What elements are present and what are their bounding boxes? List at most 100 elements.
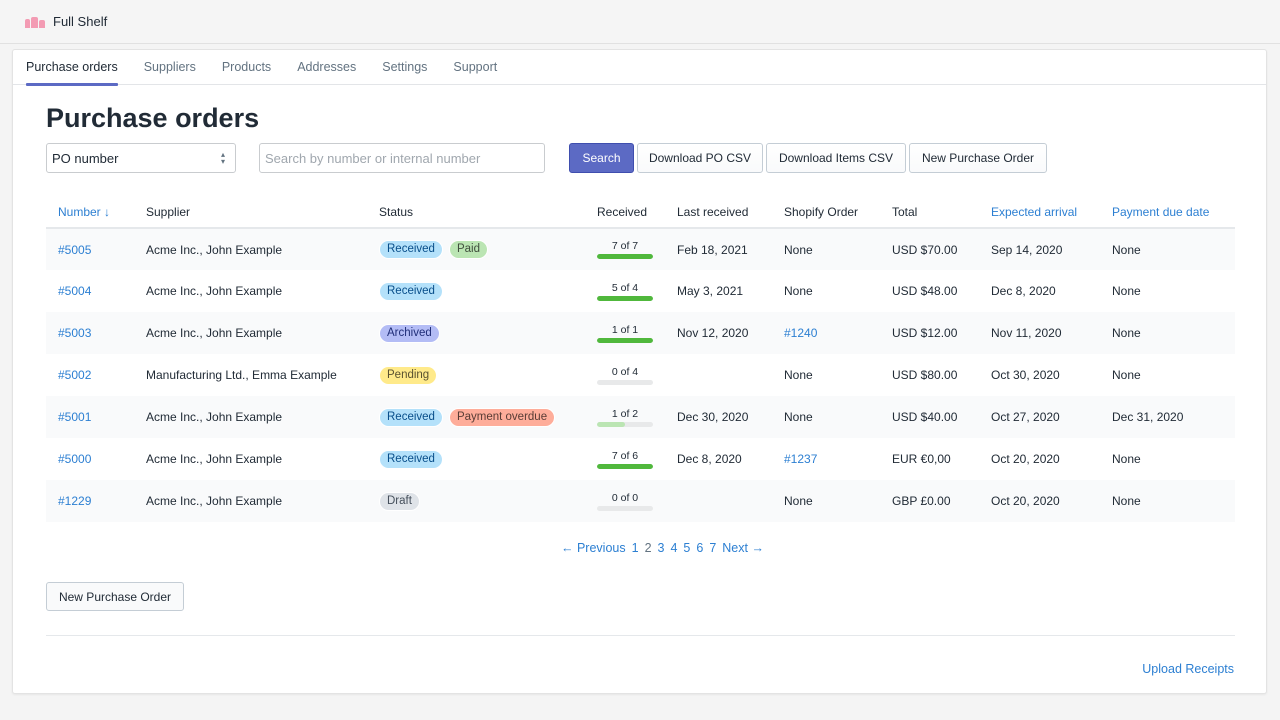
pagination-page-3[interactable]: 3 xyxy=(658,541,665,555)
received-progress-bar xyxy=(597,379,653,385)
shopify-order-value: None xyxy=(784,284,813,298)
cell-total: USD $40.00 xyxy=(880,396,979,438)
cell-supplier: Acme Inc., John Example xyxy=(134,480,367,522)
upload-receipts-link[interactable]: Upload Receipts xyxy=(1142,662,1234,676)
cell-total: USD $70.00 xyxy=(880,228,979,270)
po-number-link[interactable]: #5000 xyxy=(58,452,91,466)
cell-shopify-order: None xyxy=(772,480,880,522)
new-purchase-order-button[interactable]: New Purchase Order xyxy=(909,143,1047,173)
received-progress: 0 of 0 xyxy=(597,492,653,511)
tab-suppliers[interactable]: Suppliers xyxy=(144,50,196,85)
column-header-shopify-order: Shopify Order xyxy=(772,196,880,229)
po-number-link[interactable]: #5002 xyxy=(58,368,91,382)
status-badge-received: Received xyxy=(379,240,443,259)
new-purchase-order-bottom-button[interactable]: New Purchase Order xyxy=(46,582,184,611)
supplier-name: Acme Inc., John Example xyxy=(146,452,283,466)
received-count: 7 of 6 xyxy=(611,449,639,462)
cell-payment-due: None xyxy=(1100,354,1235,396)
shopify-order-link[interactable]: #1237 xyxy=(784,452,817,466)
supplier-name: Acme Inc., John Example xyxy=(146,410,283,424)
received-progress-fill xyxy=(597,421,625,427)
pagination-page-1[interactable]: 1 xyxy=(632,541,639,555)
received-progress-bar xyxy=(597,505,653,511)
table-row[interactable]: #5001 Acme Inc., John Example Received Paym… xyxy=(46,396,1235,438)
cell-total: USD $48.00 xyxy=(880,270,979,312)
search-field-select-value: PO number xyxy=(52,150,119,166)
pagination-page-6[interactable]: 6 xyxy=(696,541,703,555)
page-title: Purchase orders xyxy=(46,103,260,133)
received-progress: 0 of 4 xyxy=(597,366,653,385)
cell-last-received xyxy=(665,354,772,396)
pagination-previous[interactable]: ← Previous xyxy=(561,541,626,555)
pagination-page-7[interactable]: 7 xyxy=(709,541,716,555)
column-header-payment-due-date[interactable]: Payment due date xyxy=(1100,196,1235,229)
cell-status: Received xyxy=(367,270,585,312)
tab-addresses[interactable]: Addresses xyxy=(297,50,356,85)
table-row[interactable]: #5000 Acme Inc., John Example Received 7 of… xyxy=(46,438,1235,480)
pagination-next[interactable]: Next → xyxy=(722,541,764,555)
download-po-csv-button[interactable]: Download PO CSV xyxy=(637,143,763,173)
shopify-order-value: None xyxy=(784,410,813,424)
cell-last-received: Nov 12, 2020 xyxy=(665,312,772,354)
status-badge-received: Received xyxy=(379,407,443,427)
cell-number: #5005 xyxy=(46,228,134,270)
expected-arrival-date: Nov 11, 2020 xyxy=(991,326,1062,340)
po-number-link[interactable]: #5005 xyxy=(58,243,91,257)
po-number-link[interactable]: #5001 xyxy=(58,410,91,424)
top-bar: Full Shelf xyxy=(0,0,1280,44)
received-progress-fill xyxy=(597,295,653,301)
cell-status: Received Payment overdue xyxy=(367,396,585,438)
last-received-date: Feb 18, 2021 xyxy=(677,242,748,257)
tab-settings[interactable]: Settings xyxy=(382,50,427,85)
table-row[interactable]: #5005 Acme Inc., John Example Received Paid… xyxy=(46,228,1235,270)
cell-shopify-order: #1240 xyxy=(772,312,880,354)
tab-support[interactable]: Support xyxy=(453,50,497,85)
column-header-expected-arrival[interactable]: Expected arrival xyxy=(979,196,1100,229)
pagination-page-4[interactable]: 4 xyxy=(670,541,677,555)
received-progress-fill xyxy=(597,463,653,469)
search-field-select[interactable]: PO number ▴ ▾ xyxy=(46,143,236,173)
expected-arrival-date: Oct 30, 2020 xyxy=(991,368,1060,382)
tab-purchase-orders[interactable]: Purchase orders xyxy=(26,50,118,86)
status-badge-draft: Draft xyxy=(379,491,420,511)
cell-expected-arrival: Nov 11, 2020 xyxy=(979,312,1100,354)
cell-expected-arrival: Oct 20, 2020 xyxy=(979,480,1100,522)
last-received-date: Nov 12, 2020 xyxy=(677,326,749,340)
payment-due-date: None xyxy=(1112,452,1141,466)
download-items-csv-button[interactable]: Download Items CSV xyxy=(766,143,906,173)
received-progress: 1 of 2 xyxy=(597,408,653,427)
cell-last-received: Feb 18, 2021 xyxy=(665,228,772,270)
pagination-page-5[interactable]: 5 xyxy=(683,541,690,555)
received-count: 7 of 7 xyxy=(611,240,639,252)
status-badge-pending: Pending xyxy=(379,365,438,385)
tab-products[interactable]: Products xyxy=(222,50,271,85)
cell-total: USD $80.00 xyxy=(880,354,979,396)
cell-supplier: Acme Inc., John Example xyxy=(134,438,367,480)
column-header-number[interactable]: Number ↓ xyxy=(46,196,134,229)
cell-supplier: Manufacturing Ltd., Emma Example xyxy=(134,354,367,396)
pagination-page-2: 2 xyxy=(644,541,652,555)
received-progress: 7 of 6 xyxy=(597,450,653,469)
po-number-link[interactable]: #5003 xyxy=(58,326,91,340)
received-progress-bar xyxy=(597,463,653,469)
shopify-order-link[interactable]: #1240 xyxy=(784,326,817,340)
cell-expected-arrival: Oct 20, 2020 xyxy=(979,438,1100,480)
table-row[interactable]: #1229 Acme Inc., John Example Draft 0 of 0 N… xyxy=(46,480,1235,522)
cell-number: #5001 xyxy=(46,396,134,438)
cell-last-received: May 3, 2021 xyxy=(665,270,772,312)
table-row[interactable]: #5004 Acme Inc., John Example Received 5 of… xyxy=(46,270,1235,312)
table-row[interactable]: #5002 Manufacturing Ltd., Emma Example Pen… xyxy=(46,354,1235,396)
search-button[interactable]: Search xyxy=(569,143,634,173)
cell-number: #5000 xyxy=(46,438,134,480)
status-badge-archived: Archived xyxy=(379,323,440,343)
po-number-link[interactable]: #1229 xyxy=(58,494,91,508)
status-badge-received: Received xyxy=(379,281,443,301)
cell-shopify-order: None xyxy=(772,354,880,396)
cell-shopify-order: None xyxy=(772,228,880,270)
table-row[interactable]: #5003 Acme Inc., John Example Archived 1 of… xyxy=(46,312,1235,354)
cell-payment-due: None xyxy=(1100,480,1235,522)
total-amount: USD $40.00 xyxy=(892,410,958,424)
search-input[interactable] xyxy=(259,143,545,173)
po-number-link[interactable]: #5004 xyxy=(58,284,91,298)
received-progress-bar xyxy=(597,254,653,259)
